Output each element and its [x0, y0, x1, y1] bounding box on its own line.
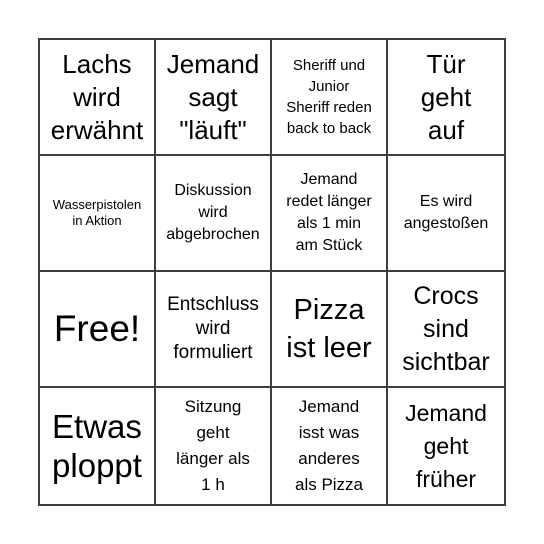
cell-text: Crocs sind sichtbar [402, 281, 490, 376]
bingo-cell[interactable]: Jemand geht früher [388, 388, 504, 504]
cell-text: Pizza ist leer [286, 294, 372, 364]
bingo-board: Lachs wird erwähnt Jemand sagt "läuft" S… [38, 38, 506, 506]
cell-text: Wasserpistolen in Aktion [52, 197, 142, 228]
bingo-cell[interactable]: Wasserpistolen in Aktion [40, 156, 156, 272]
bingo-cell[interactable]: Pizza ist leer [272, 272, 388, 388]
cell-text: Etwas ploppt [52, 408, 142, 484]
bingo-cell[interactable]: Etwas ploppt [40, 388, 156, 504]
bingo-cell[interactable]: Crocs sind sichtbar [388, 272, 504, 388]
bingo-cell[interactable]: Tür geht auf [388, 40, 504, 156]
bingo-cell[interactable]: Sheriff und Junior Sheriff reden back to… [272, 40, 388, 156]
cell-text: Diskussion wird abgebrochen [166, 182, 260, 243]
bingo-cell[interactable]: Jemand redet länger als 1 min am Stück [272, 156, 388, 272]
cell-text: Jemand geht früher [405, 399, 487, 492]
bingo-cell-free[interactable]: Free! [40, 272, 156, 388]
bingo-cell[interactable]: Es wird angestoßen [388, 156, 504, 272]
bingo-cell[interactable]: Jemand sagt "läuft" [156, 40, 272, 156]
bingo-cell[interactable]: Entschluss wird formuliert [156, 272, 272, 388]
bingo-cell[interactable]: Lachs wird erwähnt [40, 40, 156, 156]
cell-text: Jemand sagt "läuft" [166, 48, 260, 145]
bingo-cell[interactable]: Sitzung geht länger als 1 h [156, 388, 272, 504]
cell-text: Sitzung geht länger als 1 h [176, 397, 250, 494]
cell-text: Tür geht auf [420, 48, 472, 145]
cell-text: Jemand redet länger als 1 min am Stück [286, 171, 372, 254]
cell-text: Free! [53, 308, 141, 349]
cell-text: Jemand isst was anderes als Pizza [294, 397, 364, 494]
cell-text: Entschluss wird formuliert [167, 294, 259, 363]
cell-text: Lachs wird erwähnt [50, 48, 144, 145]
bingo-cell[interactable]: Jemand isst was anderes als Pizza [272, 388, 388, 504]
bingo-cell[interactable]: Diskussion wird abgebrochen [156, 156, 272, 272]
cell-text: Es wird angestoßen [403, 193, 489, 232]
cell-text: Sheriff und Junior Sheriff reden back to… [286, 57, 372, 137]
